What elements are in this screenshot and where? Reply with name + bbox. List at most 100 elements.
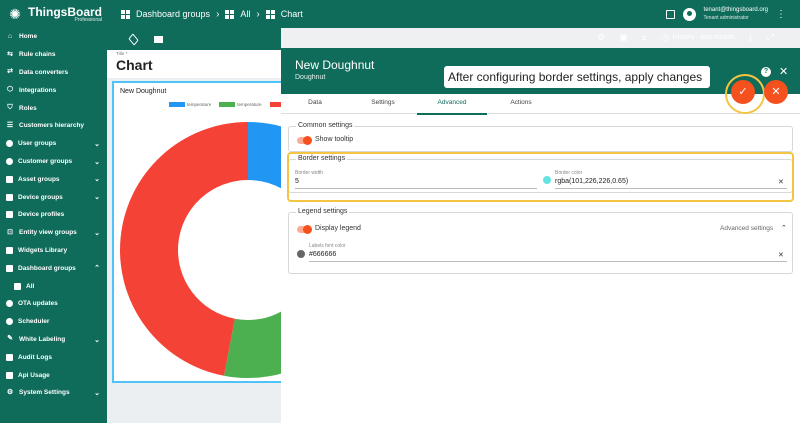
apply-button[interactable]: ✓ <box>731 80 755 104</box>
sidebar-item-label: Dashboard groups <box>18 264 76 272</box>
chevron-down-icon: ⌄ <box>94 389 100 397</box>
doughnut-slice[interactable] <box>119 122 248 376</box>
chart-legend: temperature temperature <box>169 102 284 107</box>
sidebar-item-label: Integrations <box>19 86 57 94</box>
display-legend-toggle[interactable] <box>297 225 312 234</box>
gear-icon[interactable]: ⚙ <box>597 32 605 43</box>
sidebar-item-customer-groups[interactable]: Customer groups ⌄ <box>0 153 107 171</box>
tab-data[interactable]: Data <box>281 94 349 114</box>
crumb-all[interactable]: All <box>240 9 250 19</box>
history-label[interactable]: History - last minute <box>673 34 735 41</box>
tab-settings[interactable]: Settings <box>349 94 417 114</box>
labels-font-color-input[interactable]: #666666 <box>309 251 336 258</box>
sidebar-item-label: Customer groups <box>18 157 73 165</box>
device-groups-icon <box>6 193 13 201</box>
input-underline <box>309 261 787 262</box>
fullscreen-icon[interactable]: ⤢ <box>767 32 774 43</box>
fullscreen-icon[interactable] <box>665 9 675 19</box>
sidebar-item-label: Entity view groups <box>19 229 77 237</box>
legend-item[interactable]: temperature <box>169 102 211 107</box>
logo-subtitle: Professional <box>74 16 102 23</box>
sidebar-item-user-groups[interactable]: User groups ⌄ <box>0 135 107 153</box>
sidebar-item-rule-chains[interactable]: ⇆ Rule chains <box>0 46 107 64</box>
filter-icon[interactable]: ≡ <box>642 33 647 43</box>
chevron-up-icon[interactable]: ⌃ <box>781 224 787 232</box>
avatar[interactable] <box>682 7 696 21</box>
sidebar-item-label: Data converters <box>19 68 69 76</box>
data-converters-icon: ⇄ <box>7 68 13 76</box>
sidebar-item-ota-updates[interactable]: OTA updates <box>0 295 107 313</box>
chevron-down-icon: ⌄ <box>94 158 100 166</box>
more-vert-icon[interactable]: ⋮ <box>776 9 786 20</box>
close-icon[interactable]: ✕ <box>779 65 788 78</box>
sidebar-item-data-converters[interactable]: ⇄ Data converters <box>0 64 107 82</box>
dashboard-groups-icon <box>6 264 13 272</box>
chevron-down-icon: ⌄ <box>94 229 100 237</box>
common-settings-section: Common settings Show tooltip <box>288 122 793 152</box>
asset-groups-icon <box>6 175 13 183</box>
sidebar-item-label: Customers hierarchy <box>19 122 85 130</box>
logo[interactable]: ✺ ThingsBoard Professional <box>0 0 107 28</box>
cancel-button[interactable]: ✕ <box>764 80 788 104</box>
help-icon[interactable]: ? <box>761 67 771 77</box>
title-field-label: Title * <box>116 51 128 56</box>
sidebar-item-audit-logs[interactable]: Audit Logs <box>0 348 107 366</box>
sidebar-item-device-profiles[interactable]: Device profiles <box>0 206 107 224</box>
chevron-down-icon: ⌄ <box>94 194 100 202</box>
table-icon[interactable] <box>154 35 163 43</box>
chevron-up-icon: ⌃ <box>94 265 100 273</box>
sidebar-item-home[interactable]: ⌂ Home <box>0 28 107 46</box>
sidebar-item-entity-view-groups[interactable]: ⊡ Entity view groups ⌄ <box>0 224 107 242</box>
panel-subtitle: Doughnut <box>295 74 326 81</box>
sidebar-item-roles[interactable]: ⛉ Roles <box>0 99 107 117</box>
crumb-dashboard-groups[interactable]: Dashboard groups <box>136 9 210 19</box>
crumb-chart: Chart <box>280 9 303 19</box>
sidebar-item-customers-hierarchy[interactable]: ☰ Customers hierarchy <box>0 117 107 135</box>
legend-item[interactable]: temperature <box>219 102 262 107</box>
palette-icon: ✎ <box>7 335 13 343</box>
crumb-separator-icon: › <box>216 8 220 20</box>
labels-font-color-label: Labels font color <box>309 243 346 249</box>
clear-icon[interactable]: ✕ <box>778 251 784 259</box>
tab-advanced[interactable]: Advanced <box>417 94 487 115</box>
layers-icon[interactable] <box>128 32 139 46</box>
sidebar-item-label: Widgets Library <box>18 246 68 254</box>
tab-actions[interactable]: Actions <box>487 94 555 114</box>
chevron-down-icon: ⌄ <box>94 336 100 344</box>
close-icon: ✕ <box>771 86 781 98</box>
history-icon[interactable]: ◷ <box>661 32 669 43</box>
sidebar-item-api-usage[interactable]: Api Usage <box>0 366 107 384</box>
all-icon <box>14 282 21 290</box>
sidebar-item-label: System Settings <box>19 389 70 397</box>
sidebar-item-label: Device groups <box>18 193 63 201</box>
hierarchy-icon: ☰ <box>6 121 14 129</box>
font-color-swatch[interactable] <box>297 250 305 258</box>
all-icon <box>225 9 235 19</box>
image-icon[interactable]: ▣ <box>619 32 628 43</box>
sidebar-item-white-labeling[interactable]: ✎ White Labeling ⌄ <box>0 331 107 349</box>
sidebar-item-label: Api Usage <box>18 371 50 379</box>
legend-swatch <box>219 102 236 107</box>
top-bar: ✺ ThingsBoard Professional Dashboard gro… <box>0 0 800 28</box>
legend-label: temperature <box>237 102 262 107</box>
advanced-settings-link[interactable]: Advanced settings <box>720 225 773 232</box>
sidebar-item-device-groups[interactable]: Device groups ⌄ <box>0 188 107 206</box>
section-title: Legend settings <box>296 208 350 215</box>
chart-icon <box>265 9 275 19</box>
dashboard-title-panel: Title * Chart <box>107 50 281 78</box>
user-groups-icon <box>6 140 13 148</box>
sidebar-item-label: White Labeling <box>19 335 66 343</box>
download-icon[interactable]: ⤓ <box>749 32 753 43</box>
sidebar-item-system-settings[interactable]: ⚙ System Settings ⌄ <box>0 384 107 402</box>
sidebar-item-widgets-library[interactable]: Widgets Library <box>0 242 107 260</box>
show-tooltip-toggle[interactable] <box>297 136 312 145</box>
sidebar-item-asset-groups[interactable]: Asset groups ⌄ <box>0 170 107 188</box>
sidebar-item-all[interactable]: All <box>0 277 107 295</box>
customer-groups-icon <box>6 157 13 165</box>
sidebar-item-dashboard-groups[interactable]: Dashboard groups ⌃ <box>0 259 107 277</box>
sidebar-item-scheduler[interactable]: Scheduler <box>0 313 107 331</box>
page-title[interactable]: Chart <box>116 57 153 73</box>
sidebar-item-integrations[interactable]: ⬡ Integrations <box>0 81 107 99</box>
doughnut-widget[interactable]: New Doughnut temperature temperature <box>112 81 286 383</box>
device-profiles-icon <box>6 211 13 219</box>
